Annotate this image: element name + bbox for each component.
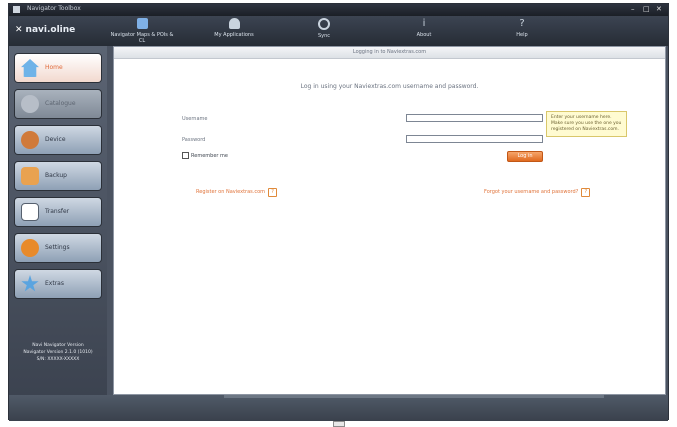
settings-icon	[21, 239, 39, 257]
remember-me-checkbox[interactable]	[182, 152, 189, 159]
minimize-button[interactable]: –	[631, 5, 635, 13]
help-icon: ?	[519, 18, 525, 29]
sidebar-item-extras[interactable]: Extras	[15, 270, 101, 298]
toolbar-button-help[interactable]: ? Help	[487, 18, 557, 38]
password-field[interactable]	[406, 135, 543, 143]
app-system-icon	[13, 6, 20, 13]
toolbar-button-my-applications[interactable]: My Applications	[199, 18, 269, 38]
status-bar	[9, 395, 668, 421]
login-button[interactable]: Log in	[507, 151, 543, 162]
window-title: Navigator Toolbox	[27, 5, 81, 12]
login-panel: Logging in to Naviextras.com Log in usin…	[113, 46, 666, 395]
map-icon	[136, 18, 148, 29]
toolbar-button-sync[interactable]: Sync	[289, 18, 359, 39]
info-icon: i	[422, 18, 426, 29]
sidebar-item-label: Settings	[45, 244, 70, 251]
username-tooltip: Enter your username here. Make sure you …	[546, 111, 627, 137]
logo-text: navi.oline	[25, 25, 76, 35]
maximize-button[interactable]: □	[643, 5, 650, 13]
username-field[interactable]	[406, 114, 543, 122]
title-bar: Navigator Toolbox – □ ✕	[9, 4, 668, 16]
top-toolbar: ✕ navi.oline Navigator Maps & POIs & CL M…	[9, 16, 668, 46]
toolbar-button-my-applications-label: My Applications	[214, 32, 254, 38]
close-button[interactable]: ✕	[656, 5, 662, 13]
password-label: Password	[182, 137, 206, 143]
version-info: Navi Navigator Version Navigator Version…	[17, 342, 99, 363]
register-link-text: Register on Naviextras.com	[196, 189, 266, 195]
sidebar-item-transfer[interactable]: Transfer	[15, 198, 101, 226]
app-logo: ✕ navi.oline	[15, 25, 75, 35]
sidebar-item-label: Device	[45, 136, 66, 143]
sidebar-item-label: Catalogue	[45, 100, 76, 107]
forgot-password-link-text: Forgot your username and password?	[484, 189, 579, 195]
toolbar-button-help-label: Help	[516, 32, 528, 38]
version-line: Navigator Version 2.1.0 (1010)	[23, 350, 93, 355]
version-line: S/N: XXXXX-XXXXX	[36, 357, 80, 362]
sidebar-item-settings[interactable]: Settings	[15, 234, 101, 262]
sync-icon	[318, 18, 330, 30]
sidebar-item-device[interactable]: Device	[15, 126, 101, 154]
star-icon	[21, 275, 39, 292]
breadcrumb: Logging in to Naviextras.com	[114, 47, 665, 59]
sidebar: Home Catalogue Device Backup Transfer Se…	[9, 46, 107, 395]
version-line: Navi Navigator Version	[32, 343, 84, 348]
status-divider	[224, 395, 604, 398]
sidebar-item-home[interactable]: Home	[15, 54, 101, 82]
toolbar-button-maps-label: Navigator Maps & POIs & CL	[110, 32, 174, 44]
person-icon	[228, 18, 240, 29]
login-intro: Log in using your Naviextras.com usernam…	[300, 83, 479, 90]
logo-mark: ✕	[15, 25, 23, 35]
home-icon	[21, 59, 39, 77]
username-label: Username	[182, 116, 208, 122]
remember-me-label: Remember me	[191, 153, 228, 159]
resize-grip-icon	[333, 421, 345, 427]
toolbar-button-sync-label: Sync	[317, 33, 331, 39]
device-icon	[21, 131, 39, 149]
help-icon[interactable]: ?	[581, 188, 591, 197]
remember-me[interactable]: Remember me	[182, 152, 228, 159]
forgot-password-link[interactable]: Forgot your username and password??	[484, 188, 591, 197]
sidebar-item-label: Transfer	[45, 208, 70, 215]
backup-icon	[21, 167, 39, 185]
sidebar-item-catalogue[interactable]: Catalogue	[15, 90, 101, 118]
application-window: Navigator Toolbox – □ ✕ ✕ navi.oline Navi…	[8, 3, 669, 421]
help-icon[interactable]: ?	[268, 188, 278, 197]
register-link[interactable]: Register on Naviextras.com?	[196, 188, 278, 197]
sidebar-item-label: Home	[45, 64, 63, 71]
sidebar-item-label: Extras	[45, 280, 64, 287]
sidebar-item-label: Backup	[45, 172, 67, 179]
toolbar-button-about[interactable]: i About	[389, 18, 459, 38]
toolbar-button-about-label: About	[416, 32, 432, 38]
catalogue-icon	[21, 95, 39, 113]
sidebar-item-backup[interactable]: Backup	[15, 162, 101, 190]
toolbar-button-maps[interactable]: Navigator Maps & POIs & CL	[107, 18, 177, 44]
transfer-icon	[21, 203, 39, 221]
